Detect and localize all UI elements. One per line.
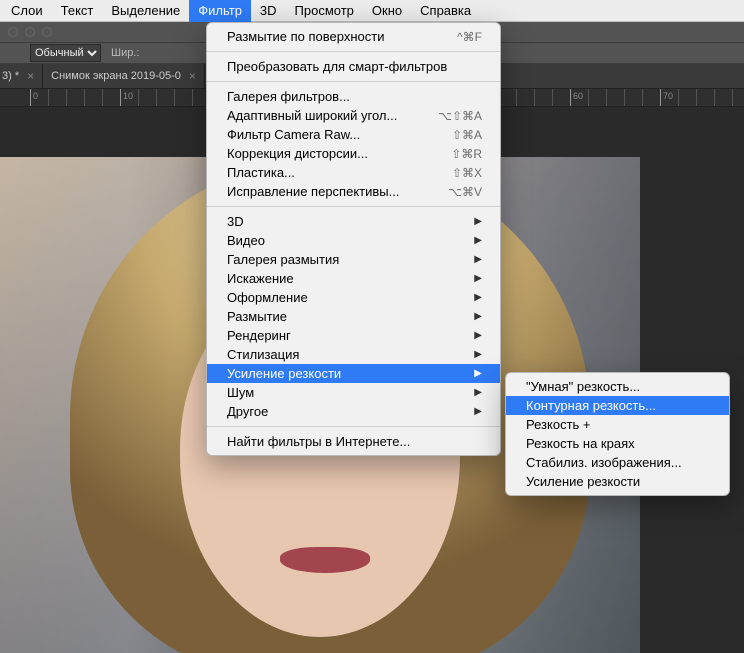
traffic-lights [8,27,52,37]
menu-shortcut: ⇧⌘A [452,128,482,142]
submenu-item-label: Стабилиз. изображения... [526,455,682,470]
menubar-item-3d[interactable]: 3D [251,0,286,22]
menu-item[interactable]: Коррекция дисторсии... ⇧⌘R [207,144,500,163]
submenu-arrow-icon: ▶ [474,368,482,379]
menu-item[interactable]: Стилизация ▶ [207,345,500,364]
menu-item-label: Стилизация [227,347,299,362]
submenu-arrow-icon: ▶ [474,235,482,246]
menubar-item-фильтр[interactable]: Фильтр [189,0,251,22]
menu-separator [207,81,500,82]
menu-item-label: Оформление [227,290,308,305]
menu-item-label: Размытие по поверхности [227,29,384,44]
menu-item-label: Усиление резкости [227,366,341,381]
submenu-item-label: Резкость на краях [526,436,635,451]
menu-item[interactable]: Найти фильтры в Интернете... [207,432,500,451]
menu-item[interactable]: 3D ▶ [207,212,500,231]
tab-label: 3) * [2,70,19,82]
menu-item-label: Искажение [227,271,294,286]
menubar: СлоиТекстВыделениеФильтр3DПросмотрОкноСп… [0,0,744,22]
menu-separator [207,206,500,207]
menu-item[interactable]: Преобразовать для смарт-фильтров [207,57,500,76]
tab-label: Снимок экрана 2019-05-0 [51,70,181,82]
menu-item-label: Галерея размытия [227,252,339,267]
submenu-arrow-icon: ▶ [474,216,482,227]
menu-item[interactable]: Размытие ▶ [207,307,500,326]
sharpen-submenu: "Умная" резкость... Контурная резкость...… [505,372,730,496]
submenu-arrow-icon: ▶ [474,406,482,417]
submenu-arrow-icon: ▶ [474,311,482,322]
close-window-icon[interactable] [8,27,18,37]
menu-item-label: Видео [227,233,265,248]
menu-item[interactable]: Галерея размытия ▶ [207,250,500,269]
filter-menu: Размытие по поверхности ^⌘F Преобразовать … [206,22,501,456]
menubar-item-справка[interactable]: Справка [411,0,480,22]
menubar-item-просмотр[interactable]: Просмотр [286,0,363,22]
menu-separator [207,426,500,427]
menu-item-label: Другое [227,404,268,419]
submenu-item[interactable]: Контурная резкость... [506,396,729,415]
document-tab[interactable]: Снимок экрана 2019-05-0 × [43,64,205,88]
menu-item[interactable]: Оформление ▶ [207,288,500,307]
menu-item[interactable]: Видео ▶ [207,231,500,250]
menubar-item-слои[interactable]: Слои [2,0,52,22]
menu-item-label: Адаптивный широкий угол... [227,108,397,123]
submenu-item[interactable]: "Умная" резкость... [506,377,729,396]
menu-item-label: Галерея фильтров... [227,89,350,104]
menu-item[interactable]: Галерея фильтров... [207,87,500,106]
menu-shortcut: ⌥⌘V [448,185,482,199]
menu-item[interactable]: Усиление резкости ▶ [207,364,500,383]
menu-item[interactable]: Адаптивный широкий угол... ⌥⇧⌘A [207,106,500,125]
menu-item-label: Фильтр Camera Raw... [227,127,360,142]
menu-item-label: Коррекция дисторсии... [227,146,368,161]
submenu-arrow-icon: ▶ [474,330,482,341]
minimize-window-icon[interactable] [25,27,35,37]
menu-item-label: Найти фильтры в Интернете... [227,434,410,449]
menu-separator [207,51,500,52]
menu-item[interactable]: Пластика... ⇧⌘X [207,163,500,182]
submenu-item[interactable]: Резкость + [506,415,729,434]
submenu-item-label: "Умная" резкость... [526,379,640,394]
submenu-arrow-icon: ▶ [474,349,482,360]
submenu-arrow-icon: ▶ [474,387,482,398]
submenu-item-label: Резкость + [526,417,591,432]
menu-item-label: Пластика... [227,165,295,180]
menu-shortcut: ⇧⌘X [452,166,482,180]
menu-item-label: Шум [227,385,254,400]
width-label: Шир.: [111,47,139,59]
zoom-window-icon[interactable] [42,27,52,37]
menu-item[interactable]: Размытие по поверхности ^⌘F [207,27,500,46]
menubar-item-текст[interactable]: Текст [52,0,103,22]
close-tab-icon[interactable]: × [27,69,34,83]
menu-item-label: Исправление перспективы... [227,184,399,199]
menu-shortcut: ⌥⇧⌘A [438,109,482,123]
submenu-item[interactable]: Усиление резкости [506,472,729,491]
menu-item[interactable]: Искажение ▶ [207,269,500,288]
menu-item[interactable]: Шум ▶ [207,383,500,402]
submenu-item[interactable]: Стабилиз. изображения... [506,453,729,472]
blend-mode-select[interactable]: Обычный [30,44,101,62]
menubar-item-выделение[interactable]: Выделение [102,0,189,22]
menu-shortcut: ⇧⌘R [451,147,482,161]
menu-item[interactable]: Фильтр Camera Raw... ⇧⌘A [207,125,500,144]
menu-item-label: 3D [227,214,244,229]
submenu-arrow-icon: ▶ [474,254,482,265]
menubar-item-окно[interactable]: Окно [363,0,411,22]
submenu-item-label: Усиление резкости [526,474,640,489]
menu-shortcut: ^⌘F [457,30,482,44]
submenu-arrow-icon: ▶ [474,273,482,284]
close-tab-icon[interactable]: × [189,69,196,83]
menu-item-label: Размытие [227,309,287,324]
submenu-arrow-icon: ▶ [474,292,482,303]
menu-item-label: Преобразовать для смарт-фильтров [227,59,447,74]
menu-item[interactable]: Исправление перспективы... ⌥⌘V [207,182,500,201]
document-tab[interactable]: 3) * × [0,64,43,88]
submenu-item-label: Контурная резкость... [526,398,656,413]
submenu-item[interactable]: Резкость на краях [506,434,729,453]
menu-item-label: Рендеринг [227,328,291,343]
menu-item[interactable]: Рендеринг ▶ [207,326,500,345]
menu-item[interactable]: Другое ▶ [207,402,500,421]
